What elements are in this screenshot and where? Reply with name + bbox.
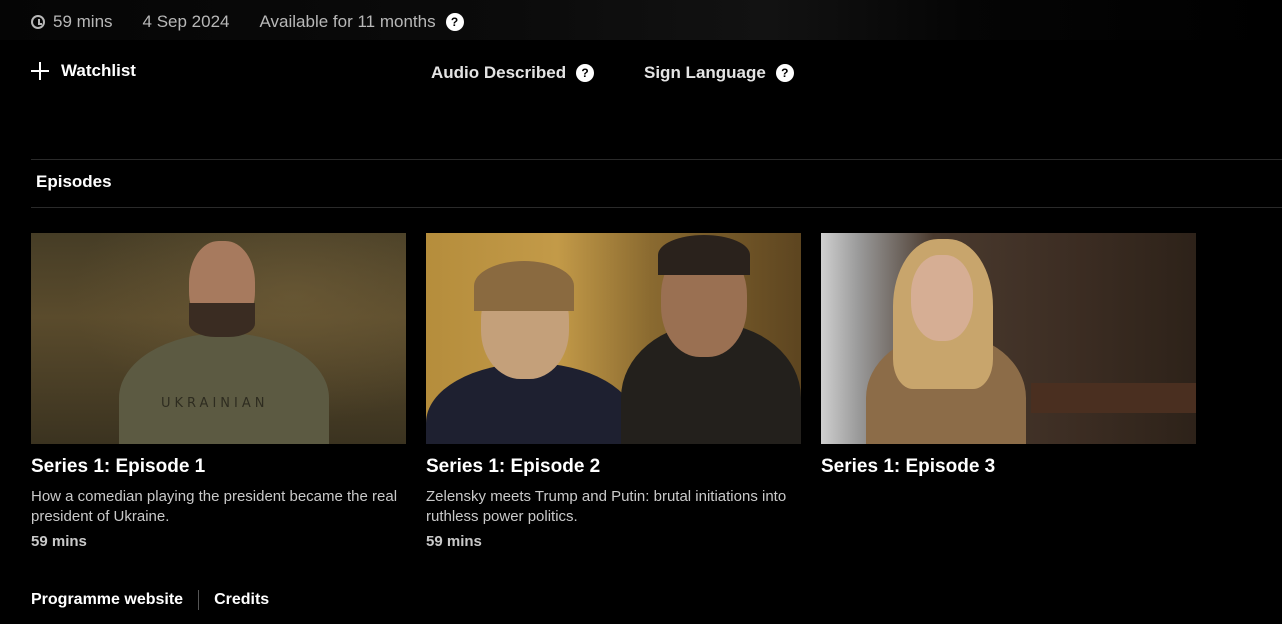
episode-card-1[interactable]: UKRAINIAN Series 1: Episode 1 How a come… bbox=[31, 233, 406, 550]
watchlist-button[interactable]: Watchlist bbox=[31, 61, 136, 81]
programme-website-link[interactable]: Programme website bbox=[31, 591, 183, 609]
availability-help-icon[interactable]: ? bbox=[445, 13, 464, 31]
section-divider-bottom bbox=[31, 207, 1282, 208]
credits-link[interactable]: Credits bbox=[214, 591, 269, 609]
episode-1-thumbnail[interactable]: UKRAINIAN bbox=[31, 233, 406, 444]
episode-1-title[interactable]: Series 1: Episode 1 bbox=[31, 456, 406, 478]
plus-icon bbox=[31, 62, 49, 80]
episode-2-title[interactable]: Series 1: Episode 2 bbox=[426, 456, 801, 478]
sign-language-help-icon[interactable]: ? bbox=[775, 64, 794, 82]
shirt-text: UKRAINIAN bbox=[161, 396, 269, 411]
sign-language-label: Sign Language bbox=[644, 63, 766, 82]
footer-separator bbox=[198, 590, 200, 610]
broadcast-date: 4 Sep 2024 bbox=[142, 12, 230, 31]
episode-2-thumbnail[interactable] bbox=[426, 233, 801, 444]
footer-links: Programme website Credits bbox=[31, 590, 269, 610]
episode-card-2[interactable]: Series 1: Episode 2 Zelensky meets Trump… bbox=[426, 233, 801, 550]
audio-described-option[interactable]: Audio Described ? bbox=[431, 63, 595, 83]
clock-icon bbox=[31, 15, 45, 29]
availability-meta: Available for 11 months ? bbox=[260, 12, 464, 32]
duration-text: 59 mins bbox=[53, 12, 113, 31]
episode-3-title[interactable]: Series 1: Episode 3 bbox=[821, 456, 1196, 478]
episode-2-description: Zelensky meets Trump and Putin: brutal i… bbox=[426, 488, 787, 525]
episode-3-thumbnail[interactable] bbox=[821, 233, 1196, 444]
audio-described-help-icon[interactable]: ? bbox=[576, 64, 595, 82]
episode-card-3[interactable]: Series 1: Episode 3 bbox=[821, 233, 1196, 478]
section-divider-top bbox=[31, 159, 1282, 160]
episode-1-description: How a comedian playing the president bec… bbox=[31, 488, 398, 525]
date-meta: 4 Sep 2024 bbox=[143, 12, 230, 32]
availability-text: Available for 11 months bbox=[259, 12, 436, 31]
audio-described-label: Audio Described bbox=[431, 63, 567, 82]
episode-2-duration: 59 mins bbox=[426, 533, 482, 550]
sign-language-option[interactable]: Sign Language ? bbox=[644, 63, 794, 83]
episode-1-duration: 59 mins bbox=[31, 533, 87, 550]
duration-meta: 59 mins bbox=[31, 12, 113, 32]
programme-meta: 59 mins 4 Sep 2024 Available for 11 mont… bbox=[31, 12, 464, 32]
watchlist-label: Watchlist bbox=[61, 61, 136, 80]
episodes-tab[interactable]: Episodes bbox=[36, 172, 112, 192]
